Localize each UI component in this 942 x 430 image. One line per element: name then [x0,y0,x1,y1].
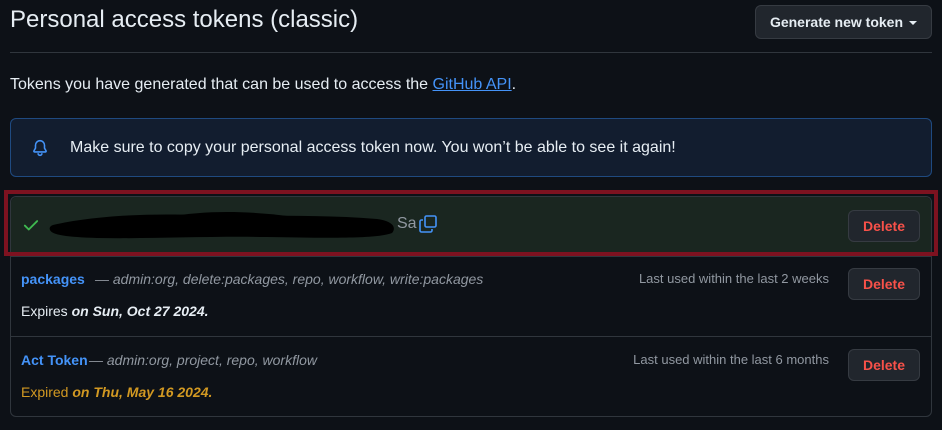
generate-new-token-label: Generate new token [769,14,903,30]
github-api-link[interactable]: GitHub API [433,76,512,93]
token-name-link[interactable]: packages [21,271,85,287]
token-scopes: — admin:org, delete:packages, repo, work… [95,271,484,287]
token-redaction [49,212,394,239]
token-list: Sa Delete packages — admin:org, delete:p… [10,196,932,417]
token-expiry: Expired on Thu, May 16 2024. [21,384,212,400]
token-expiry: Expires on Sun, Oct 27 2024. [21,303,209,319]
intro-text-after: . [511,76,517,93]
page-title: Personal access tokens (classic) [10,6,359,33]
check-icon [22,216,40,234]
token-row: Act Token — admin:org, project, repo, wo… [11,337,931,417]
token-expiry-prefix: Expires [21,303,72,319]
token-row: packages — admin:org, delete:packages, r… [11,256,931,337]
intro-text-before: Tokens you have generated that can be us… [10,76,433,93]
token-scopes: — admin:org, project, repo, workflow [89,352,317,368]
caret-down-icon [909,21,917,25]
token-value: Sa [47,211,437,241]
intro-text: Tokens you have generated that can be us… [10,76,516,94]
token-expiry-date: on Sun, Oct 27 2024. [71,303,209,319]
copy-token-message: Make sure to copy your personal access t… [70,138,676,156]
delete-new-token-button[interactable]: Delete [848,210,920,242]
token-expiry-date: on Thu, May 16 2024. [72,384,213,400]
bell-icon [31,139,49,157]
copy-icon[interactable] [418,214,438,234]
generate-new-token-button[interactable]: Generate new token [754,5,932,39]
delete-token-button[interactable]: Delete [848,268,920,300]
page: Personal access tokens (classic) Generat… [0,0,942,430]
new-token-row: Sa Delete [11,197,931,257]
token-last-used: Last used within the last 6 months [633,352,829,367]
token-name-link[interactable]: Act Token [21,352,88,368]
delete-token-button[interactable]: Delete [848,349,920,381]
token-last-used: Last used within the last 2 weeks [638,271,829,286]
page-header: Personal access tokens (classic) Generat… [10,0,932,53]
token-visible-suffix: Sa [397,215,417,232]
copy-token-notice: Make sure to copy your personal access t… [10,118,932,177]
token-expiry-prefix: Expired [21,384,73,400]
